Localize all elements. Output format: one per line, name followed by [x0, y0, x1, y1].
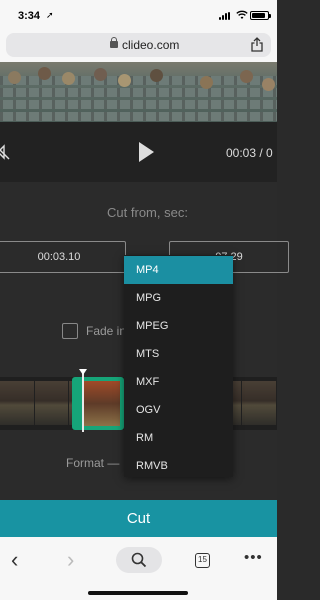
status-bar: 3:34 ➚ — [0, 0, 277, 30]
address-bar[interactable]: clideo.com — [6, 33, 271, 57]
fade-in-label: Fade in — [86, 324, 127, 338]
lock-icon — [110, 37, 118, 48]
cut-from-input[interactable]: 00:03.10 — [0, 241, 126, 273]
forward-icon: › — [67, 547, 75, 572]
search-button[interactable] — [116, 547, 162, 573]
cut-button[interactable]: Cut — [0, 500, 277, 537]
format-dropdown: MP4 MPG MPEG MTS MXF OGV RM RMVB — [124, 255, 233, 477]
share-icon[interactable] — [250, 37, 264, 52]
play-icon[interactable] — [139, 142, 154, 162]
format-option-mxf[interactable]: MXF — [124, 368, 233, 396]
cut-from-label: Cut from, sec: — [107, 205, 188, 220]
fade-in-checkbox[interactable] — [62, 323, 78, 339]
browser-toolbar: ‹ › 15 ••• — [0, 537, 277, 600]
format-option-mpg[interactable]: MPG — [124, 284, 233, 312]
location-icon: ➚ — [46, 10, 54, 20]
format-option-rm[interactable]: RM — [124, 424, 233, 452]
more-icon[interactable]: ••• — [244, 549, 263, 566]
cellular-signal-icon — [219, 12, 232, 20]
current-time: 00:03 / 0 — [226, 146, 273, 160]
battery-icon — [250, 11, 271, 20]
format-option-rmvb[interactable]: RMVB — [124, 452, 233, 480]
home-indicator — [88, 591, 188, 595]
address-bar-area: clideo.com — [0, 30, 277, 62]
tabs-button[interactable]: 15 — [195, 553, 210, 568]
player-controls: 00:03 / 0 — [0, 122, 277, 182]
format-option-mpeg[interactable]: MPEG — [124, 312, 233, 340]
format-option-mp4[interactable]: MP4 — [124, 256, 233, 284]
clock: 3:34 — [18, 10, 41, 22]
format-option-mts[interactable]: MTS — [124, 340, 233, 368]
wifi-icon — [236, 10, 248, 23]
playhead[interactable] — [79, 369, 87, 432]
video-preview[interactable] — [0, 62, 277, 122]
url-text: clideo.com — [122, 38, 180, 52]
format-option-ogv[interactable]: OGV — [124, 396, 233, 424]
mute-icon[interactable] — [0, 144, 10, 160]
timeline-selection-handle[interactable] — [72, 377, 124, 430]
format-label: Format — — [66, 456, 120, 470]
search-icon — [131, 552, 147, 568]
back-icon[interactable]: ‹ — [11, 549, 18, 571]
